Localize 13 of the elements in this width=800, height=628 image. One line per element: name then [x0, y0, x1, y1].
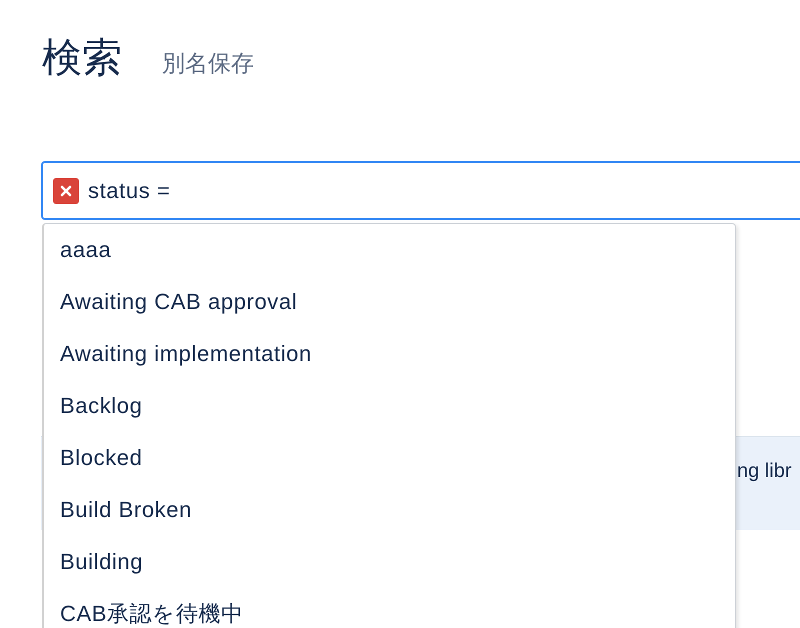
search-field[interactable]: status = [41, 161, 800, 220]
suggestion-item[interactable]: Awaiting implementation [44, 328, 735, 380]
suggestion-item[interactable]: Awaiting CAB approval [44, 276, 735, 328]
suggestion-item[interactable]: Building [44, 536, 735, 588]
suggestion-item[interactable]: Build Broken [44, 484, 735, 536]
notice-text: ng libr [737, 460, 792, 482]
suggestion-item[interactable]: Blocked [44, 432, 735, 484]
close-icon[interactable] [53, 178, 79, 204]
suggestion-item[interactable]: Backlog [44, 380, 735, 432]
suggestion-item[interactable]: CAB承認を待機中 [44, 588, 735, 628]
save-as-link[interactable]: 別名保存 [162, 48, 254, 79]
page-title: 検索 [42, 35, 122, 82]
suggestion-item[interactable]: aaaa [44, 224, 735, 276]
